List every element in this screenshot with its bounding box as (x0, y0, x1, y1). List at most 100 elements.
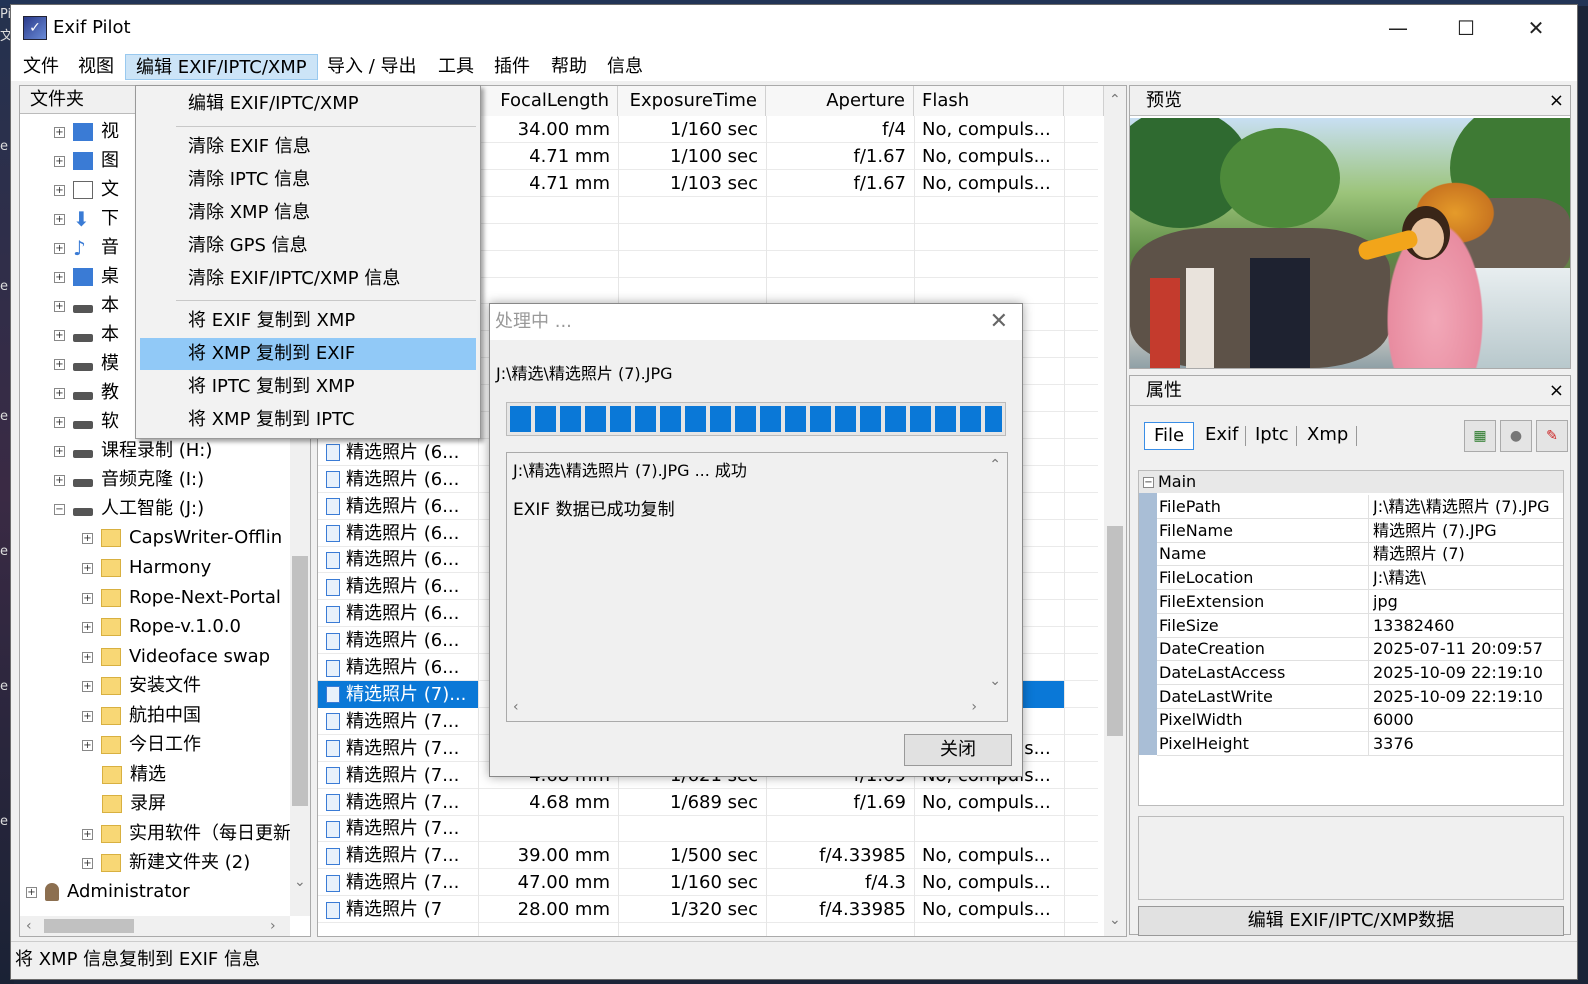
tree-item-drive-h[interactable]: + 课程录制 (H:) (54, 437, 212, 465)
tree-item[interactable]: + 视 (54, 118, 119, 146)
expand-icon[interactable]: + (82, 828, 93, 840)
tree-item[interactable]: + ♪ 音 (54, 234, 119, 262)
tab-file[interactable]: File (1144, 422, 1195, 450)
tree-item-folder[interactable]: + 实用软件（每日更新 (82, 820, 290, 848)
expand-icon[interactable]: + (54, 242, 65, 254)
expand-icon[interactable]: + (54, 329, 65, 341)
tab-iptc[interactable]: Iptc (1246, 422, 1298, 450)
property-row[interactable]: FilePath J:\精选\精选照片 (7).JPG (1157, 495, 1563, 519)
expand-icon[interactable]: + (54, 300, 65, 312)
expand-icon[interactable]: + (54, 416, 65, 428)
table-row[interactable]: 精选照片 (7... 4.68 mm 1/689 sec f/1.69 No, comp… (318, 789, 1098, 816)
menu-help[interactable]: 帮助 (541, 54, 597, 80)
tree-item-folder[interactable]: + 今日工作 (82, 731, 201, 759)
property-row[interactable]: PixelHeight 3376 (1157, 732, 1563, 756)
list-scroll-thumb[interactable] (1107, 526, 1123, 736)
tree-item-folder[interactable]: 精选 (102, 761, 166, 789)
tree-item-drive-j[interactable]: − 人工智能 (J:) (54, 495, 204, 523)
expand-icon[interactable]: + (54, 155, 65, 167)
tree-item-folder[interactable]: + Videoface swap (82, 643, 270, 671)
menu-item-xmp-to-iptc[interactable]: 将 XMP 复制到 IPTC (140, 404, 476, 436)
scroll-left-icon[interactable]: ‹ (513, 699, 519, 715)
menu-item-exif-to-xmp[interactable]: 将 EXIF 复制到 XMP (140, 305, 476, 337)
menu-item-clear-iptc[interactable]: 清除 IPTC 信息 (140, 164, 476, 196)
tree-item[interactable]: + 桌 (54, 263, 119, 291)
property-row[interactable]: PixelWidth 6000 (1157, 708, 1563, 733)
group-main[interactable]: − Main (1139, 471, 1563, 493)
expand-icon[interactable]: + (54, 184, 65, 196)
minimize-icon[interactable]: — (1375, 13, 1421, 43)
close-icon[interactable]: ✕ (990, 304, 1008, 340)
property-row[interactable]: DateLastWrite 2025-10-09 22:19:10 (1157, 684, 1563, 709)
table-row[interactable]: 精选照片 (7... 39.00 mm 1/500 sec f/4.33985 No, … (318, 842, 1098, 870)
tree-item[interactable]: + 图 (54, 147, 119, 175)
column-header-aperture[interactable]: Aperture (766, 86, 914, 116)
menu-import-export[interactable]: 导入 / 导出 (317, 54, 427, 80)
collapse-icon[interactable]: − (1143, 477, 1154, 488)
column-header-focallength[interactable]: FocalLength (478, 86, 618, 116)
close-button[interactable]: 关闭 (904, 734, 1012, 766)
expand-icon[interactable]: + (82, 739, 93, 751)
tree-item-folder[interactable]: + CapsWriter-Offlin (82, 524, 282, 552)
edit-doc-icon[interactable]: ✎ (1536, 420, 1568, 452)
expand-icon[interactable]: + (82, 651, 93, 663)
expand-icon[interactable]: + (54, 271, 65, 283)
edit-metadata-button[interactable]: 编辑 EXIF/IPTC/XMP数据 (1138, 906, 1564, 936)
tree-item-drive-i[interactable]: + 音频克隆 (I:) (54, 466, 204, 494)
menu-item-iptc-to-xmp[interactable]: 将 IPTC 复制到 XMP (140, 371, 476, 403)
expand-icon[interactable]: + (54, 445, 65, 457)
expand-icon[interactable]: + (54, 126, 65, 138)
folder-horizontal-scrollbar[interactable]: ‹ › (20, 916, 290, 936)
property-row[interactable]: DateLastAccess 2025-10-09 22:19:10 (1157, 660, 1563, 685)
scroll-right-icon[interactable]: › (270, 918, 276, 934)
scroll-down-icon[interactable]: ⌄ (294, 874, 306, 890)
menu-item-clear-exif[interactable]: 清除 EXIF 信息 (140, 131, 476, 163)
tree-item[interactable]: + 软 (54, 408, 119, 436)
menu-item-clear-gps[interactable]: 清除 GPS 信息 (140, 230, 476, 262)
close-icon[interactable]: ✕ (1513, 13, 1559, 43)
property-row[interactable]: FileName 精选照片 (7).JPG (1157, 518, 1563, 543)
property-row[interactable]: FileExtension jpg (1157, 589, 1563, 614)
grid-view-icon[interactable]: ▦ (1464, 420, 1496, 452)
tree-item[interactable]: + 文 (54, 176, 119, 204)
tree-item-folder[interactable]: + 安装文件 (82, 672, 201, 700)
scroll-down-icon[interactable]: ⌄ (1109, 912, 1121, 928)
menu-tools[interactable]: 工具 (428, 54, 484, 80)
tree-item-user[interactable]: + Administrator (26, 878, 190, 906)
expand-icon[interactable]: + (82, 532, 93, 544)
menu-item-clear-xmp[interactable]: 清除 XMP 信息 (140, 197, 476, 229)
tree-item[interactable]: + 本 (54, 292, 119, 320)
expand-icon[interactable]: + (54, 358, 65, 370)
property-row[interactable]: Name 精选照片 (7) (1157, 542, 1563, 567)
property-row[interactable]: FileLocation J:\精选\ (1157, 566, 1563, 591)
globe-icon[interactable]: ● (1500, 420, 1532, 452)
table-row[interactable]: 精选照片 (7... 47.00 mm 1/160 sec f/4.3 No, comp… (318, 869, 1098, 897)
scroll-up-icon[interactable]: ⌃ (1109, 92, 1121, 108)
expand-icon[interactable]: + (54, 387, 65, 399)
table-row[interactable]: 精选照片 (7 28.00 mm 1/320 sec f/4.33985 No, com… (318, 896, 1098, 924)
scroll-left-icon[interactable]: ‹ (26, 918, 32, 934)
expand-icon[interactable]: + (82, 680, 93, 692)
expand-icon[interactable]: + (82, 710, 93, 722)
hscroll-thumb[interactable] (44, 919, 134, 933)
maximize-icon[interactable]: ☐ (1443, 13, 1489, 43)
property-row[interactable]: FileSize 13382460 (1157, 613, 1563, 638)
expand-icon[interactable]: + (82, 621, 93, 633)
expand-icon[interactable]: + (82, 562, 93, 574)
menu-info[interactable]: 信息 (597, 54, 653, 80)
close-icon[interactable]: × (1549, 86, 1564, 116)
column-header-flash[interactable]: Flash (914, 86, 1064, 116)
expand-icon[interactable]: + (54, 213, 65, 225)
tree-item-folder[interactable]: + Rope-v.1.0.0 (82, 613, 241, 641)
menu-item-xmp-to-exif[interactable]: 将 XMP 复制到 EXIF (140, 338, 476, 370)
scroll-thumb[interactable] (292, 556, 308, 806)
property-row[interactable]: DateCreation 2025-07-11 20:09:57 (1157, 637, 1563, 662)
collapse-icon[interactable]: − (54, 503, 65, 515)
tree-item[interactable]: + ⬇ 下 (54, 205, 119, 233)
scroll-up-icon[interactable]: ⌃ (989, 457, 1001, 473)
tree-item-folder[interactable]: + Harmony (82, 554, 211, 582)
tab-xmp[interactable]: Xmp (1298, 422, 1357, 450)
tree-item-folder[interactable]: + 航拍中国 (82, 702, 201, 730)
expand-icon[interactable]: + (26, 886, 37, 898)
scroll-right-icon[interactable]: › (971, 699, 977, 715)
